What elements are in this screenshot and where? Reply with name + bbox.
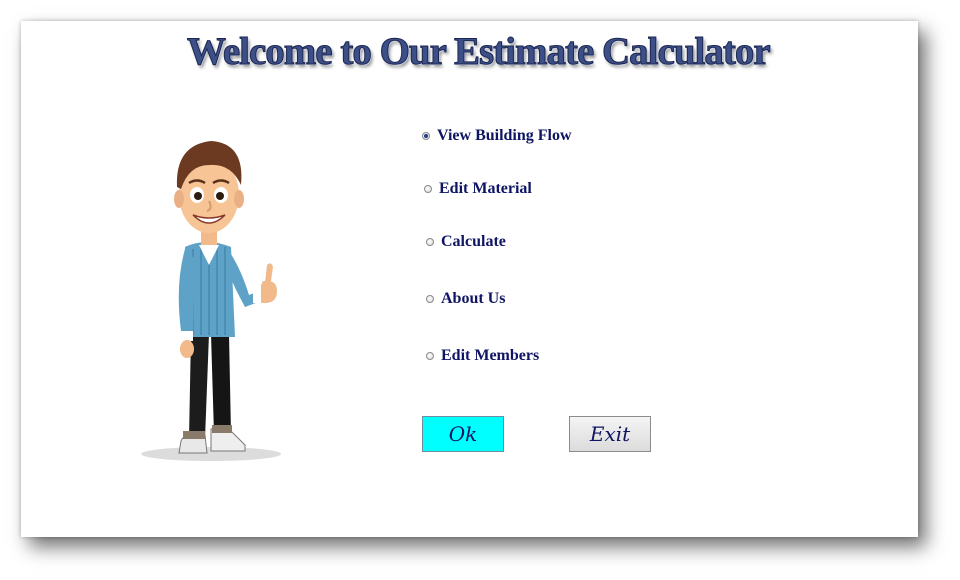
radio-unchecked-icon[interactable]	[426, 295, 434, 303]
cartoon-man-thumbs-up-icon	[141, 141, 281, 461]
radio-label: About Us	[441, 290, 506, 307]
radio-label: Edit Material	[439, 180, 532, 197]
radio-label: Edit Members	[441, 347, 540, 364]
radio-about-us[interactable]: About Us	[426, 290, 505, 308]
radio-checked-icon[interactable]	[422, 132, 430, 140]
exit-button[interactable]: Exit	[569, 416, 651, 452]
radio-label: View Building Flow	[437, 127, 572, 144]
radio-unchecked-icon[interactable]	[426, 238, 434, 246]
page-title: Welcome to Our Estimate Calculator	[187, 30, 772, 74]
radio-calculate[interactable]: Calculate	[426, 233, 506, 251]
radio-unchecked-icon[interactable]	[426, 352, 434, 360]
radio-unchecked-icon[interactable]	[424, 185, 432, 193]
ok-button[interactable]: Ok	[422, 416, 504, 452]
radio-edit-material[interactable]: Edit Material	[424, 180, 532, 198]
radio-edit-members[interactable]: Edit Members	[426, 347, 539, 365]
radio-label: Calculate	[441, 233, 506, 250]
estimate-calculator-window: Welcome to Our Estimate Calculator View …	[21, 21, 918, 537]
radio-view-building-flow[interactable]: View Building Flow	[422, 127, 572, 145]
